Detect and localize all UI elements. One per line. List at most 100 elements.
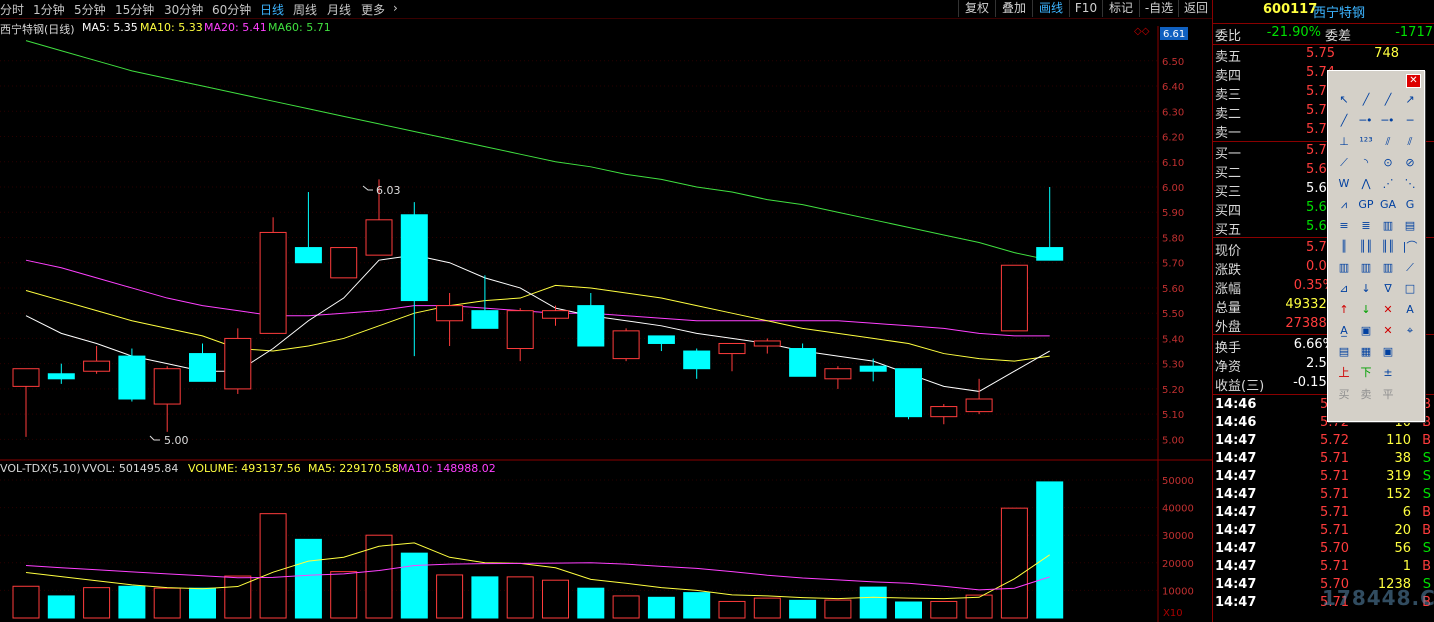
line-icon[interactable]: ╱ [1378,91,1398,109]
candle-body [47,373,75,380]
up-arrow-mark-icon[interactable]: ↑ [1334,301,1354,319]
candle-body [965,398,993,413]
price-tick-label: 6.10 [1162,158,1184,169]
select-arrow-icon[interactable]: ↖ [1334,91,1354,109]
candle-body [12,368,40,387]
channel-icon[interactable]: ⫽ [1400,133,1420,151]
rect-icon[interactable]: □ [1400,280,1420,298]
vline-icon[interactable]: ⊥ [1334,133,1354,151]
fib-icon[interactable]: ≡ [1334,217,1354,235]
volume-bar [789,599,817,619]
candle-body [118,355,146,400]
stat-row-label: 涨跌 [1215,263,1242,278]
stat-row-label: 总量 [1215,301,1242,316]
sell-mark-icon[interactable]: 下 [1356,364,1376,382]
drawing-tools-palette: ✕ ↖ ╱ ╱ ↗ ╱ ─• ─• ─ ⊥ ¹²³ ⫽ ⫽ ⟋ ◝ ⊙ ⊘ W ⋀ ⋰ ⋱ ⩘ GP GA G ≡ ≣ ▥ ▤ ║ ║║ ║… [1327,70,1425,422]
period-icon[interactable]: ║║ [1378,238,1398,256]
fib-icon[interactable]: ▤ [1400,217,1420,235]
candle-body [859,365,887,372]
gann-icon[interactable]: GP [1356,196,1376,214]
trend-icon[interactable]: ⟋ [1334,154,1354,172]
tick-price: 5.71 [1320,559,1349,574]
candle-body [542,310,569,319]
fan-icon[interactable]: ⩘ [1334,196,1354,214]
text-edit-icon[interactable]: A̲ [1334,322,1354,340]
tick-time: 14:47 [1215,487,1257,502]
candle-body [365,219,393,256]
tick-side: B [1422,559,1431,574]
stat-row-label: 涨幅 [1215,282,1242,297]
bid-row-label: 买一 [1215,147,1242,162]
ruler-icon[interactable]: ▦ [1356,343,1376,361]
palette-trade-label[interactable]: 卖 [1356,386,1376,404]
volume-tick-label: 50000 [1162,476,1194,487]
volume-bar [294,538,322,619]
text-icon[interactable]: A [1400,301,1420,319]
window-icon[interactable]: ▣ [1378,343,1398,361]
ask-row-label: 卖二 [1215,107,1242,122]
fib-icon[interactable]: ▥ [1378,217,1398,235]
stat-row-label: 现价 [1215,244,1242,259]
pin-icon[interactable]: ⌖ [1400,322,1420,340]
volume-bar [189,587,216,619]
volume-bar [471,576,499,619]
ellipse-icon[interactable]: ⊘ [1400,154,1420,172]
w-pattern-icon[interactable]: W [1334,175,1354,193]
palette-trade-label[interactable]: 平 [1378,386,1398,404]
volume-bar [683,592,711,619]
price-tick-label: 5.00 [1162,435,1184,446]
close-mark-icon[interactable]: ✕ [1378,322,1398,340]
close-icon[interactable]: ✕ [1406,74,1421,88]
arc-icon[interactable]: ◝ [1356,154,1376,172]
channel-icon[interactable]: ⫽ [1378,133,1398,151]
gann-icon[interactable]: G [1400,196,1420,214]
grid-icon[interactable]: ▥ [1334,259,1354,277]
volume-tick-label: 30000 [1162,531,1194,542]
line-icon[interactable]: ╱ [1356,91,1376,109]
tick-volume: 56 [1394,541,1411,556]
price-tick-label: 5.20 [1162,385,1184,396]
hline-icon[interactable]: ─ [1400,112,1420,130]
period-icon[interactable]: ║ [1334,238,1354,256]
delete-icon[interactable]: ✕ [1378,301,1398,319]
ray-icon[interactable]: ↗ [1400,91,1420,109]
gann-icon[interactable]: GA [1378,196,1398,214]
square-icon[interactable]: ▣ [1356,322,1376,340]
ask-row[interactable]: 卖五 5.75 748 [1213,46,1434,65]
down-arrow-icon[interactable]: ↓ [1356,280,1376,298]
flat-mark-icon[interactable]: ± [1378,364,1398,382]
bid-row-label: 买五 [1215,223,1242,238]
hline-icon[interactable]: ─• [1356,112,1376,130]
wave-icon[interactable]: ⋰ [1378,175,1398,193]
period-icon[interactable]: |⌒ [1400,238,1420,256]
grid-icon[interactable]: ▥ [1356,259,1376,277]
volume-bar [718,600,746,619]
tick-time: 14:47 [1215,577,1257,592]
period-icon[interactable]: ║║ [1356,238,1376,256]
volume-bar [12,585,40,619]
price-tick-label: 6.40 [1162,82,1184,93]
price-tick-label: 5.70 [1162,259,1184,270]
wave-icon[interactable]: ⋱ [1400,175,1420,193]
price-tick-label: 6.30 [1162,107,1184,118]
table-icon[interactable]: ▤ [1334,343,1354,361]
blank-icon[interactable] [1400,364,1420,382]
palette-trade-label[interactable]: 买 [1334,386,1354,404]
segment-icon[interactable]: ╱ [1334,112,1354,130]
hline-icon[interactable]: ─• [1378,112,1398,130]
angle-icon[interactable]: ⟋ [1400,259,1420,277]
tick-time: 14:47 [1215,469,1257,484]
wave-icon[interactable]: ⋀ [1356,175,1376,193]
kline-chart[interactable]: 6.50 6.40 6.30 6.20 6.10 6.00 5.90 5.80 5.70 5.60… [0,0,1212,622]
buy-mark-icon[interactable]: 上 [1334,364,1354,382]
grid-icon[interactable]: ▥ [1378,259,1398,277]
wave-count-icon[interactable]: ¹²³ [1356,133,1376,151]
circle-icon[interactable]: ⊙ [1378,154,1398,172]
triangle-icon[interactable]: ⊿ [1334,280,1354,298]
current-price-tag: 6.61 [1163,29,1185,40]
blank-icon[interactable] [1400,343,1420,361]
fib-icon[interactable]: ≣ [1356,217,1376,235]
down-triangle-icon[interactable]: ∇ [1378,280,1398,298]
down-arrow-mark-icon[interactable]: ↓ [1356,301,1376,319]
volume-bar [118,585,146,619]
